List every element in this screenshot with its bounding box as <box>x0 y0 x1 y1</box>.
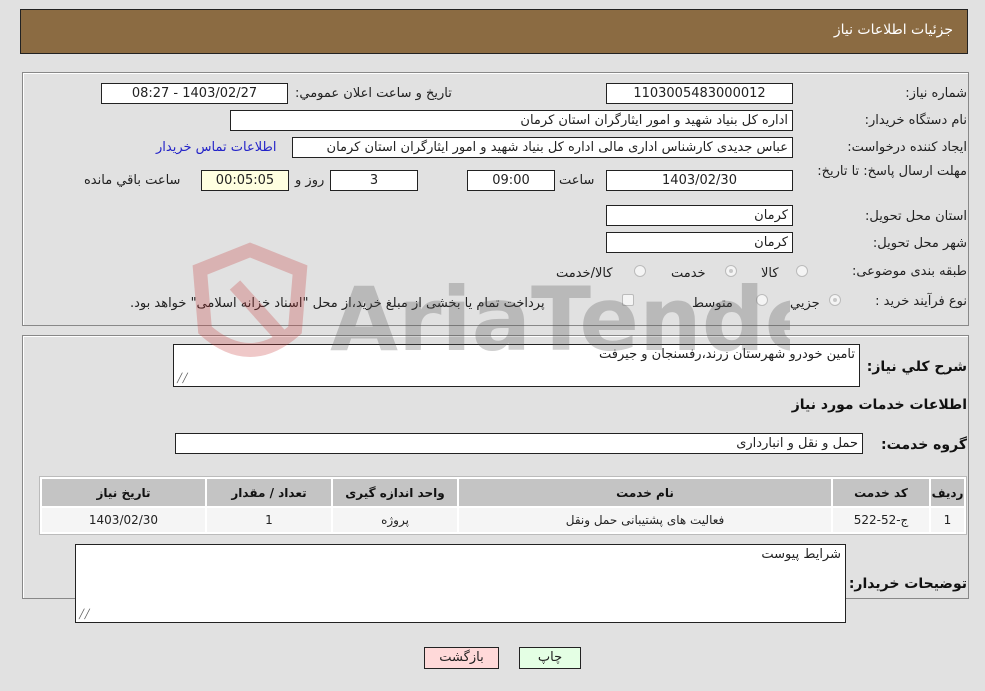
summary-textarea[interactable]: تامین خودرو شهرستان زرند،رفسنجان و جیرفت… <box>173 344 860 387</box>
time-remaining-field: 00:05:05 <box>201 170 289 191</box>
delivery-province-label: استان محل تحویل: <box>865 209 967 224</box>
services-section-title: اطلاعات خدمات مورد نیاز <box>791 397 967 413</box>
services-table: ردیف کد خدمت نام خدمت واحد اندازه گیری ت… <box>39 476 967 535</box>
buyer-org-label: نام دستگاه خریدار: <box>864 113 967 128</box>
purchase-type-label: نوع فرآیند خرید : <box>875 294 967 309</box>
cell-service-name: فعالیت های پشتیبانی حمل ونقل <box>459 508 831 532</box>
category-radio-goods-service[interactable] <box>634 265 646 277</box>
col-row-number: ردیف <box>931 479 964 506</box>
table-row: 1 ج-52-522 فعالیت های پشتیبانی حمل ونقل … <box>42 508 964 532</box>
category-label: طبقه بندی موضوعی: <box>851 264 967 279</box>
deadline-time-label: ساعت <box>559 173 595 188</box>
cell-need-date: 1403/02/30 <box>42 508 205 532</box>
delivery-city-label: شهر محل تحویل: <box>872 236 967 251</box>
col-need-date: تاریخ نیاز <box>42 479 205 506</box>
col-quantity: تعداد / مقدار <box>207 479 331 506</box>
category-option-goods-service: کالا/خدمت <box>556 266 613 281</box>
category-radio-goods[interactable] <box>796 265 808 277</box>
days-label: روز و <box>295 173 325 188</box>
time-remaining-label: ساعت باقي مانده <box>84 173 181 188</box>
purchase-option-medium: متوسط <box>692 296 733 311</box>
need-number-label: شماره نیاز: <box>905 86 967 101</box>
treasury-note: پرداخت تمام یا بخشی از مبلغ خرید،از محل … <box>130 296 545 311</box>
requester-field[interactable]: عباس جدیدی کارشناس اداری مالی اداره کل ب… <box>292 137 793 158</box>
purchase-option-minor: جزیي <box>790 296 820 311</box>
announce-datetime-label: تاريخ و ساعت اعلان عمومي: <box>295 86 452 101</box>
table-header-row: ردیف کد خدمت نام خدمت واحد اندازه گیری ت… <box>42 479 964 506</box>
cell-service-code: ج-52-522 <box>833 508 929 532</box>
category-radio-service[interactable] <box>725 265 737 277</box>
page-header: جزئیات اطلاعات نیاز <box>20 9 968 54</box>
treasury-checkbox[interactable] <box>622 294 634 306</box>
announce-datetime-field[interactable]: 1403/02/27 - 08:27 <box>101 83 288 104</box>
buyer-notes-textarea[interactable]: شرایط پیوست ╲╲ <box>75 544 846 623</box>
service-group-field[interactable]: حمل و نقل و انبارداری <box>175 433 863 454</box>
service-group-label: گروه خدمت: <box>881 437 967 453</box>
days-remaining-field[interactable]: 3 <box>330 170 418 191</box>
resize-grip-icon[interactable]: ╲╲ <box>177 374 188 384</box>
summary-label: شرح كلي نياز: <box>866 359 967 375</box>
col-service-name: نام خدمت <box>459 479 831 506</box>
page-title: جزئیات اطلاعات نیاز <box>833 22 953 38</box>
resize-grip-icon[interactable]: ╲╲ <box>79 610 90 620</box>
col-service-code: کد خدمت <box>833 479 929 506</box>
need-number-field[interactable]: 1103005483000012 <box>606 83 793 104</box>
cell-row-number: 1 <box>931 508 964 532</box>
deadline-label: مهلت ارسال پاسخ: تا تاریخ: <box>817 164 967 179</box>
cell-quantity: 1 <box>207 508 331 532</box>
delivery-province-field[interactable]: کرمان <box>606 205 793 226</box>
buyer-notes-label: توضیحات خریدار: <box>848 576 967 592</box>
back-button[interactable]: بازگشت <box>424 647 499 669</box>
cell-unit: پروژه <box>333 508 457 532</box>
col-unit: واحد اندازه گیری <box>333 479 457 506</box>
deadline-date-field[interactable]: 1403/02/30 <box>606 170 793 191</box>
deadline-time-field[interactable]: 09:00 <box>467 170 555 191</box>
delivery-city-field[interactable]: کرمان <box>606 232 793 253</box>
purchase-radio-minor[interactable] <box>829 294 841 306</box>
buyer-notes-text: شرایط پیوست <box>761 547 841 562</box>
category-option-goods: کالا <box>761 266 779 281</box>
requester-label: ایجاد کننده درخواست: <box>847 140 967 155</box>
summary-text: تامین خودرو شهرستان زرند،رفسنجان و جیرفت <box>599 347 855 362</box>
category-option-service: خدمت <box>671 266 706 281</box>
print-button[interactable]: چاپ <box>519 647 581 669</box>
buyer-org-field[interactable]: اداره کل بنیاد شهید و امور ایثارگران است… <box>230 110 793 131</box>
buyer-contact-link[interactable]: اطلاعات تماس خریدار <box>156 140 276 155</box>
purchase-radio-medium[interactable] <box>756 294 768 306</box>
services-table-wrap: ردیف کد خدمت نام خدمت واحد اندازه گیری ت… <box>39 476 967 535</box>
